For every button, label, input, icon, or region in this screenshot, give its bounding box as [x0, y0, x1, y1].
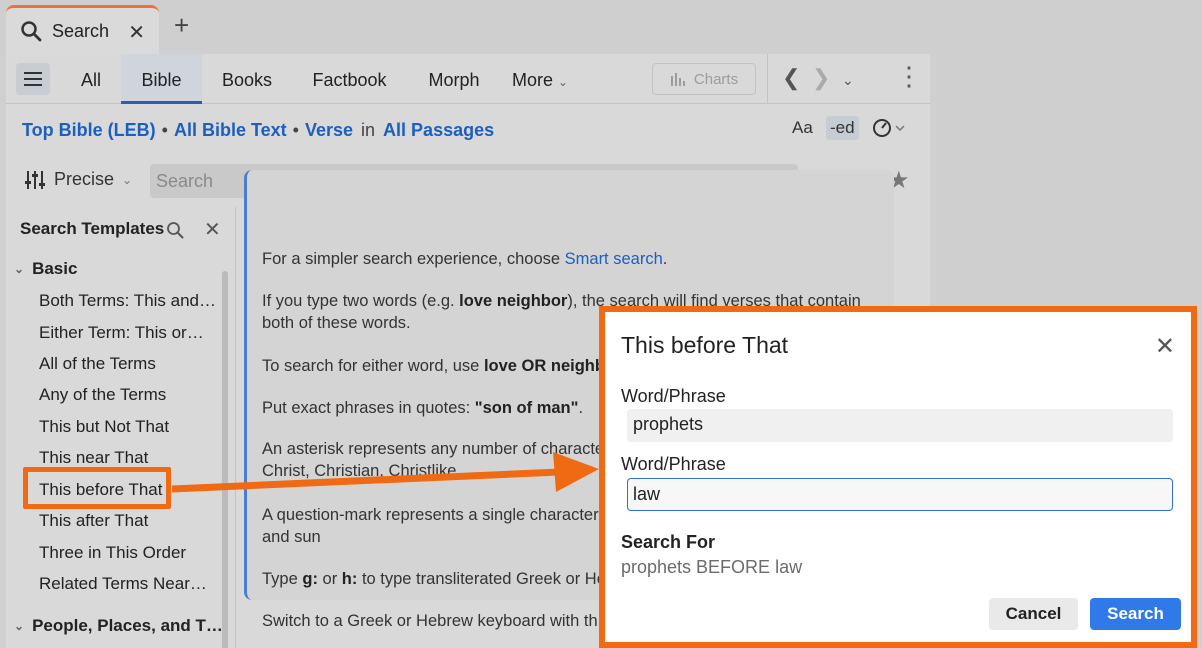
- close-icon[interactable]: ✕: [1155, 332, 1175, 361]
- field2-label: Word/Phrase: [621, 454, 726, 474]
- search-button[interactable]: Search: [1090, 598, 1181, 630]
- field1-label: Word/Phrase: [621, 386, 726, 406]
- search-for-label: Search For: [621, 532, 716, 552]
- search-for-value: prophets BEFORE law: [621, 557, 803, 577]
- word-phrase-2-input[interactable]: law: [627, 478, 1173, 511]
- dialog-highlight-frame: This before That ✕ Word/Phrase prophets …: [599, 306, 1197, 648]
- dialog-title: This before That: [621, 332, 789, 358]
- this-before-that-dialog: This before That ✕ Word/Phrase prophets …: [605, 312, 1191, 642]
- word-phrase-1-input[interactable]: prophets: [627, 409, 1173, 442]
- cancel-button[interactable]: Cancel: [989, 598, 1078, 630]
